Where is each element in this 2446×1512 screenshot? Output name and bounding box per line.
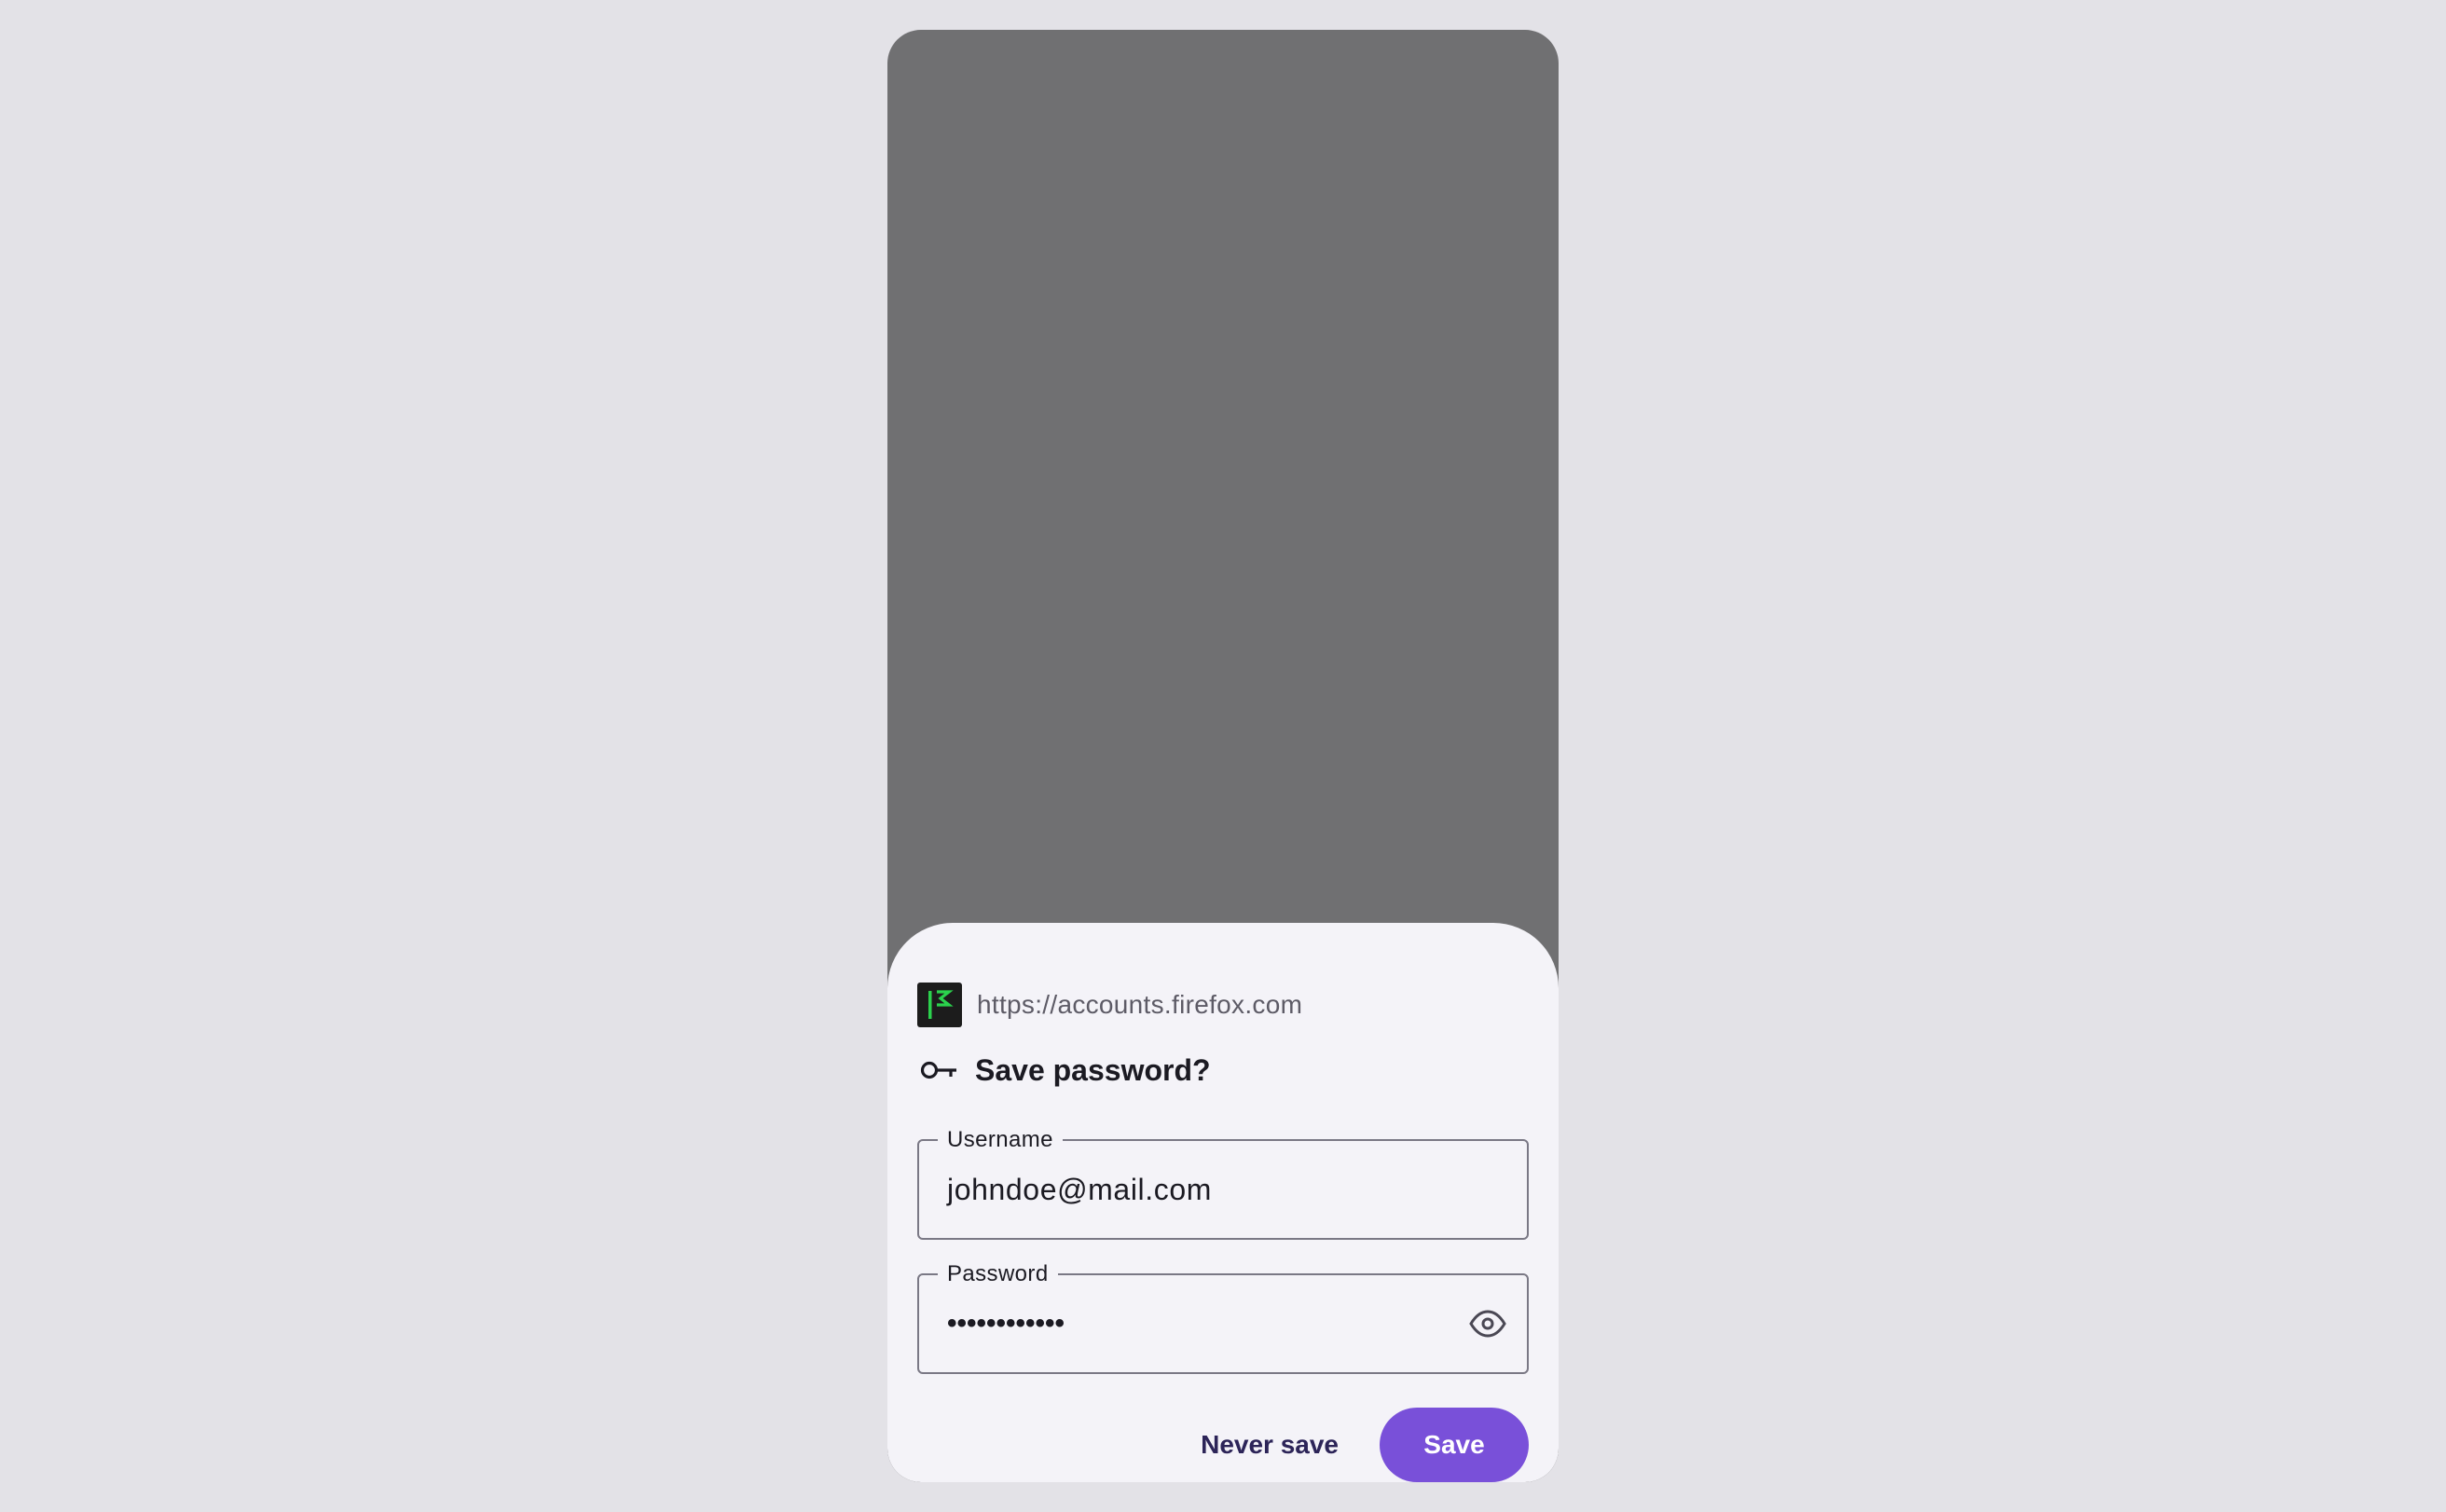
- password-value[interactable]: ••••••••••••: [947, 1275, 1065, 1372]
- origin-url: https://accounts.firefox.com: [977, 990, 1303, 1019]
- username-value[interactable]: johndoe@mail.com: [947, 1141, 1212, 1238]
- eye-icon: [1469, 1310, 1506, 1338]
- save-button[interactable]: Save: [1380, 1408, 1529, 1482]
- password-field[interactable]: Password ••••••••••••: [917, 1261, 1529, 1374]
- prompt-actions: Never save Save: [1180, 1408, 1529, 1482]
- prompt-title: Save password?: [975, 1052, 1211, 1087]
- prompt-title-row: Save password?: [917, 1046, 1211, 1094]
- show-password-button[interactable]: [1467, 1303, 1508, 1344]
- device-screen: https://accounts.firefox.com Save passwo…: [887, 30, 1559, 1482]
- username-field[interactable]: Username johndoe@mail.com: [917, 1127, 1529, 1240]
- save-password-bottom-sheet: https://accounts.firefox.com Save passwo…: [887, 923, 1559, 1482]
- never-save-button[interactable]: Never save: [1180, 1408, 1359, 1482]
- site-favicon-icon: [917, 983, 962, 1027]
- key-icon: [920, 1061, 956, 1079]
- origin-row: https://accounts.firefox.com: [917, 983, 1302, 1027]
